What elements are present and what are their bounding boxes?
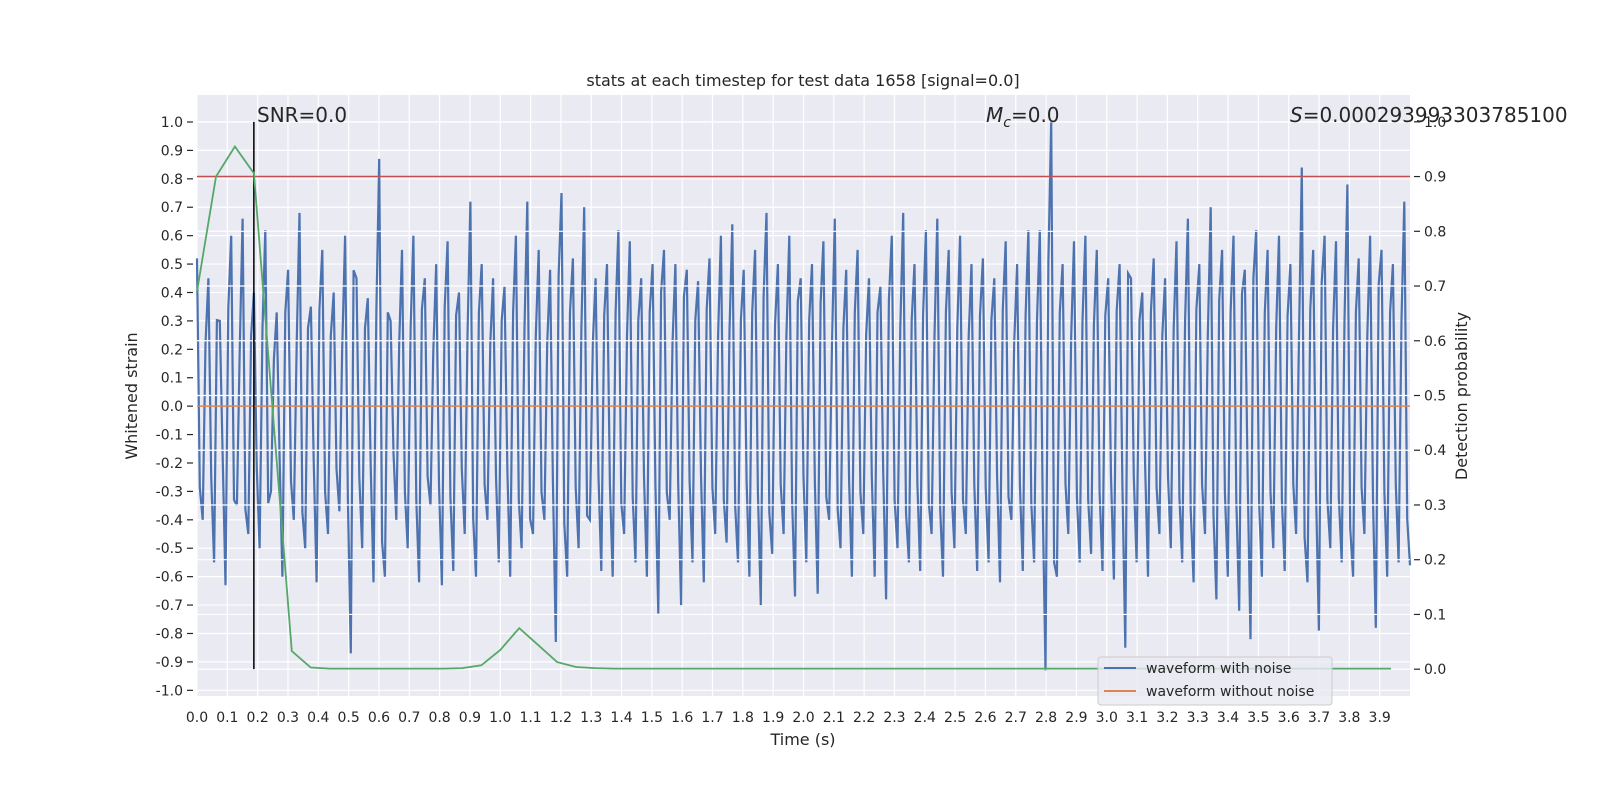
x-tick-label: 0.4 — [307, 710, 329, 726]
x-tick-label: 3.8 — [1338, 710, 1360, 726]
x-tick-label: 2.6 — [974, 710, 996, 726]
y-tick-label: 0.6 — [161, 229, 183, 245]
y-tick-label: -0.9 — [156, 655, 183, 671]
y-tick-label: 0.1 — [161, 371, 183, 387]
x-tick-label: 2.9 — [1065, 710, 1087, 726]
mc-annotation: Mc=0.0 — [986, 103, 1060, 131]
x-tick-label: 3.1 — [1126, 710, 1148, 726]
figure: 0.0 0.1 0.2 0.3 0.4 0.5 0.6 0.7 0.8 0.9 1.0 1.1 1.2 1… — [0, 0, 1600, 800]
x-tick-label: 3.9 — [1369, 710, 1391, 726]
mc-symbol: M — [986, 103, 1003, 127]
x-tick-label: 2.0 — [792, 710, 814, 726]
y-right-tick-label: 0.5 — [1424, 389, 1446, 405]
s-value: =0.000293993303785100 — [1303, 103, 1568, 127]
x-tick-label: 1.7 — [701, 710, 723, 726]
x-tick-label: 3.5 — [1247, 710, 1269, 726]
y-tick-label: 1.0 — [161, 115, 183, 131]
x-tick-label: 1.5 — [641, 710, 663, 726]
x-tick-label: 0.2 — [247, 710, 269, 726]
y-tick-label: 0.4 — [161, 285, 183, 301]
x-tick-label: 2.3 — [883, 710, 905, 726]
x-tick-label: 1.6 — [671, 710, 693, 726]
y-tick-label: -0.1 — [156, 428, 183, 444]
x-tick-label: 2.5 — [944, 710, 966, 726]
y-right-tick-label: 0.7 — [1424, 279, 1446, 295]
x-tick-label: 2.2 — [853, 710, 875, 726]
x-tick-label: 2.4 — [914, 710, 936, 726]
legend: waveform with noise waveform without noi… — [1097, 656, 1333, 706]
y-tick-label: 0.5 — [161, 257, 183, 273]
x-tick-label: 1.2 — [550, 710, 572, 726]
y-tick-label: -0.5 — [156, 541, 183, 557]
x-tick-label: 0.0 — [186, 710, 208, 726]
chart-title: stats at each timestep for test data 165… — [586, 71, 1019, 90]
snr-annotation: SNR=0.0 — [257, 103, 347, 127]
y-tick-label: -0.6 — [156, 570, 183, 586]
y-tick-label: -0.7 — [156, 598, 183, 614]
x-tick-label: 3.3 — [1187, 710, 1209, 726]
x-tick-label: 0.1 — [216, 710, 238, 726]
x-tick-label: 3.6 — [1278, 710, 1300, 726]
x-tick-label: 1.3 — [580, 710, 602, 726]
y-axis-label: Whitened strain — [122, 332, 141, 459]
y-tick-label: -0.3 — [156, 484, 183, 500]
y-right-tick-label: 0.9 — [1424, 170, 1446, 186]
y-tick-label: 0.3 — [161, 314, 183, 330]
x-tick-label: 0.8 — [428, 710, 450, 726]
x-tick-label: 3.0 — [1096, 710, 1118, 726]
x-tick-label: 2.8 — [1035, 710, 1057, 726]
y-tick-label: 0.2 — [161, 342, 183, 358]
x-tick-label: 3.4 — [1217, 710, 1239, 726]
y-tick-label: -0.4 — [156, 513, 183, 529]
x-tick-label: 3.7 — [1308, 710, 1330, 726]
x-tick-label: 0.3 — [277, 710, 299, 726]
y-tick-label: 0.0 — [161, 399, 183, 415]
y-right-tick-label: 0.3 — [1424, 498, 1446, 514]
y-right-tick-label: 0.0 — [1424, 662, 1446, 678]
s-annotation: S=0.000293993303785100 — [1290, 103, 1568, 127]
y-tick-label: 0.8 — [161, 172, 183, 188]
x-tick-label: 1.0 — [489, 710, 511, 726]
legend-label-noise: waveform with noise — [1146, 661, 1291, 677]
x-tick-label: 0.9 — [459, 710, 481, 726]
y-tick-label: 0.9 — [161, 143, 183, 159]
chart: 0.0 0.1 0.2 0.3 0.4 0.5 0.6 0.7 0.8 0.9 1.0 1.1 1.2 1… — [122, 71, 1568, 749]
x-axis-label: Time (s) — [769, 730, 835, 749]
x-tick-label: 1.9 — [762, 710, 784, 726]
x-tick-label: 0.5 — [337, 710, 359, 726]
x-tick-label: 2.1 — [823, 710, 845, 726]
x-tick-label: 1.1 — [519, 710, 541, 726]
x-tick-label: 1.4 — [610, 710, 632, 726]
y-right-tick-label: 0.4 — [1424, 443, 1446, 459]
x-tick-label: 2.7 — [1005, 710, 1027, 726]
y-right-tick-label: 0.8 — [1424, 224, 1446, 240]
y-tick-label: -0.8 — [156, 626, 183, 642]
y-tick-label: 0.7 — [161, 200, 183, 216]
legend-label-clean: waveform without noise — [1146, 684, 1314, 700]
x-tick-label: 3.2 — [1156, 710, 1178, 726]
mc-value: =0.0 — [1011, 103, 1060, 127]
y-right-tick-label: 0.2 — [1424, 553, 1446, 569]
x-tick-label: 0.7 — [398, 710, 420, 726]
y-tick-label: -1.0 — [156, 683, 183, 699]
y-right-tick-label: 0.1 — [1424, 607, 1446, 623]
y-tick-label: -0.2 — [156, 456, 183, 472]
y-right-tick-label: 0.6 — [1424, 334, 1446, 350]
x-tick-label: 1.8 — [732, 710, 754, 726]
s-symbol: S — [1290, 103, 1303, 127]
y-axis-right-label: Detection probability — [1452, 312, 1471, 480]
x-tick-label: 0.6 — [368, 710, 390, 726]
